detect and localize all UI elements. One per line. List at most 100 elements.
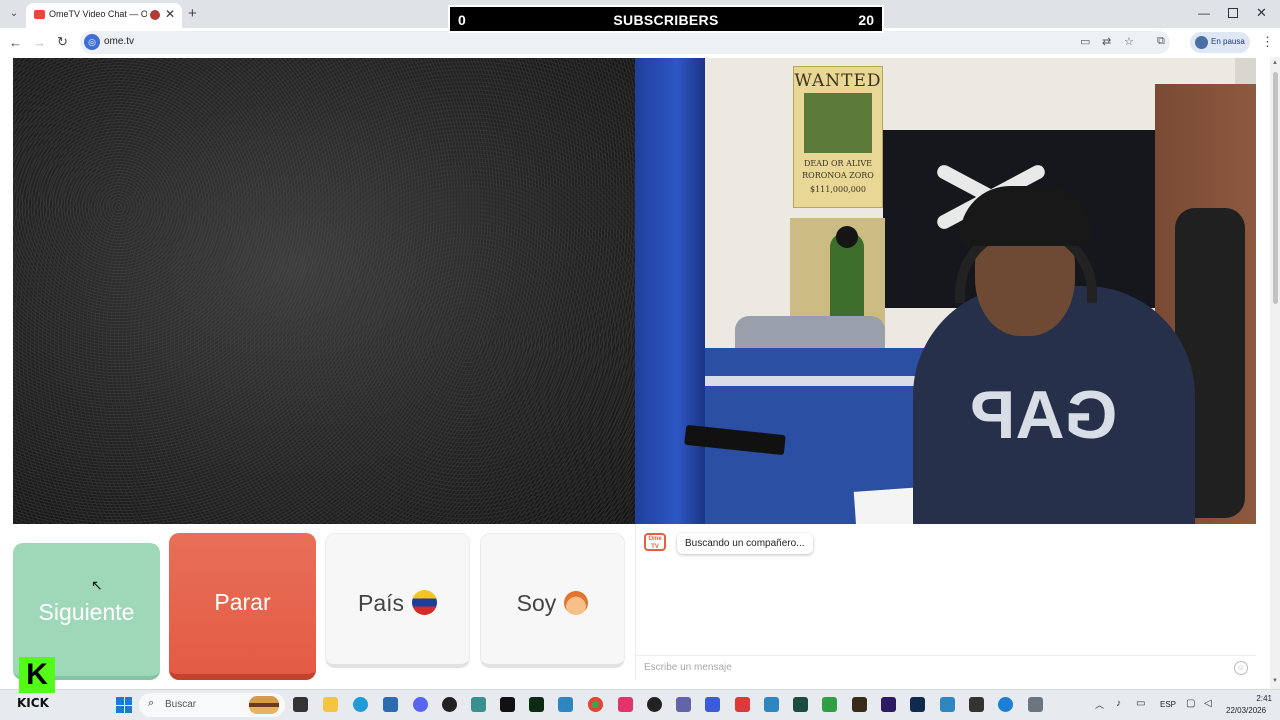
taskbar-search-placeholder: Buscar [165, 699, 197, 710]
app-icon-10[interactable] [852, 697, 867, 712]
wanted-poster: WANTED DEAD OR ALIVE RORONOA ZORO $111,0… [793, 66, 883, 208]
poster-line-2: RORONOA ZORO [802, 171, 874, 180]
capcut-icon[interactable] [618, 697, 633, 712]
emoji-picker-icon[interactable]: ☺ [1234, 661, 1248, 675]
app-icon-7[interactable] [764, 697, 779, 712]
epic-games-icon[interactable] [500, 697, 515, 712]
windows-taskbar: ⌕ Buscar ︿ ♪ ▭ ESP ▢ ◁ 2:41 22/03/2026 [0, 689, 1280, 720]
stop-button[interactable]: Parar [169, 533, 316, 680]
subscriber-count-start: 0 [458, 12, 466, 28]
chrome-icon[interactable] [588, 697, 603, 712]
app-icon-4[interactable] [647, 697, 662, 712]
kick-logo-text: KICK [17, 696, 49, 710]
static-noise [13, 58, 635, 524]
translate-icon[interactable]: ⇄ [1102, 35, 1111, 48]
capcut-desktop-icon[interactable] [969, 697, 984, 712]
obs-icon[interactable] [442, 697, 457, 712]
app-icon-9[interactable] [822, 697, 837, 712]
premiere-icon[interactable] [881, 697, 896, 712]
search-icon: ⌕ [148, 697, 155, 709]
browser-tab-ometv[interactable]: OmeTV Video Chat — Ome ✕ [26, 3, 182, 28]
burger-widget-icon [249, 696, 279, 714]
back-arrow-icon[interactable]: ← [9, 35, 22, 50]
cast-icon[interactable]: ▭ [1080, 35, 1090, 48]
network-icon[interactable]: ▢ [1186, 698, 1195, 709]
address-bar[interactable]: ◎ ome.tv [80, 31, 1170, 54]
maximize-window-icon[interactable] [1228, 8, 1238, 18]
poster-line-1: DEAD OR ALIVE [804, 159, 872, 168]
taskbar-date[interactable]: 22/03/2026 [1226, 706, 1266, 715]
app-icon-11[interactable] [940, 697, 955, 712]
recording-indicator-icon [150, 10, 160, 20]
chat-message-input[interactable]: Escribe un mensaje ☺ [636, 655, 1256, 680]
system-message-bubble: Buscando un compañero... [677, 533, 813, 554]
country-button-content: País [326, 590, 469, 617]
partner-video-static [13, 58, 635, 524]
photoshop-icon[interactable] [910, 697, 925, 712]
country-filter-button[interactable]: País [325, 533, 470, 668]
ometv-logo-icon: Ome TV [644, 533, 666, 551]
extensions-icon[interactable]: ⧉ [1157, 35, 1165, 48]
subscriber-label: SUBSCRIBERS [613, 12, 719, 28]
gender-select-button[interactable]: Soy [480, 533, 625, 668]
close-window-icon[interactable]: ✕ [1256, 5, 1267, 21]
country-button-label: País [357, 590, 405, 616]
teams-icon[interactable] [676, 697, 691, 712]
app-icon-6[interactable] [735, 697, 750, 712]
discord-icon[interactable] [413, 697, 428, 712]
blue-curtain [635, 58, 705, 524]
taskbar-search[interactable]: ⌕ Buscar [139, 693, 285, 717]
tab-search-chevron-icon[interactable]: ⌄ [6, 6, 22, 22]
file-explorer-icon[interactable] [323, 697, 338, 712]
bookmark-star-icon[interactable]: ☆ [1124, 35, 1134, 48]
subscriber-counter-overlay: SUBSCRIBERS 0 20 [448, 5, 884, 33]
self-camera-video: WANTED DEAD OR ALIVE RORONOA ZORO $111,0… [635, 58, 1256, 524]
input-language[interactable]: ESP [1160, 700, 1176, 709]
windows-start-icon[interactable] [116, 697, 132, 713]
reload-icon[interactable]: ↻ [57, 34, 68, 50]
scrollbar-thumb[interactable] [1273, 72, 1278, 304]
ometv-favicon-icon [34, 10, 45, 19]
microphone-icon[interactable]: ♪ [1116, 698, 1121, 709]
new-tab-button[interactable]: + [188, 5, 197, 22]
app-icon-5[interactable] [705, 697, 720, 712]
taskbar-time[interactable]: 2:41 [1250, 694, 1272, 703]
chat-panel: Ome TV Buscando un compañero... Escribe … [635, 525, 1256, 680]
kick-logo: K [19, 657, 55, 693]
mouse-cursor-icon: ↖ [91, 577, 103, 593]
next-button-label: Siguiente [38, 599, 135, 625]
stop-button-label: Parar [214, 589, 271, 615]
app-icon-13[interactable] [1028, 697, 1043, 712]
profile-paused-button[interactable]: En pausa [1190, 32, 1250, 53]
forward-arrow-icon[interactable]: → [33, 35, 46, 50]
app-icon-12[interactable] [998, 697, 1013, 712]
minimize-window-icon[interactable]: — [1198, 6, 1210, 20]
profile-paused-label: En pausa [1211, 37, 1245, 46]
edge-icon[interactable] [353, 697, 368, 712]
poster-title: WANTED [794, 71, 882, 91]
subscriber-count-goal: 20 [858, 12, 874, 28]
show-hidden-icons-chevron-icon[interactable]: ︿ [1095, 698, 1104, 711]
close-tab-icon[interactable]: ✕ [165, 7, 175, 21]
site-info-icon[interactable]: ◎ [84, 34, 100, 50]
app-icon-8[interactable] [793, 697, 808, 712]
chat-input-placeholder: Escribe un mensaje [644, 662, 732, 673]
gender-button-label: Soy [516, 590, 557, 616]
task-view-icon[interactable] [293, 697, 308, 712]
store-icon[interactable] [383, 697, 398, 712]
browser-menu-icon[interactable]: ⋮ [1261, 34, 1274, 50]
scroll-up-icon[interactable]: ▲ [1272, 60, 1278, 66]
app-icon-2[interactable] [529, 697, 544, 712]
kick-logo-letter: K [26, 658, 48, 691]
keyboard-icon[interactable]: ▭ [1136, 698, 1145, 709]
tab-title: OmeTV Video Chat — Ome [49, 9, 147, 19]
profile-avatar-icon [1195, 36, 1208, 49]
scroll-down-icon[interactable]: ▼ [1272, 678, 1278, 684]
url-text: ome.tv [104, 36, 135, 47]
app-icon-3[interactable] [558, 697, 573, 712]
volume-icon[interactable]: ◁ [1204, 698, 1212, 709]
anime-figure-head [836, 226, 858, 248]
app-icon-1[interactable] [471, 697, 486, 712]
hoodie-print: GAP [970, 377, 1118, 453]
gender-button-content: Soy [481, 590, 624, 617]
